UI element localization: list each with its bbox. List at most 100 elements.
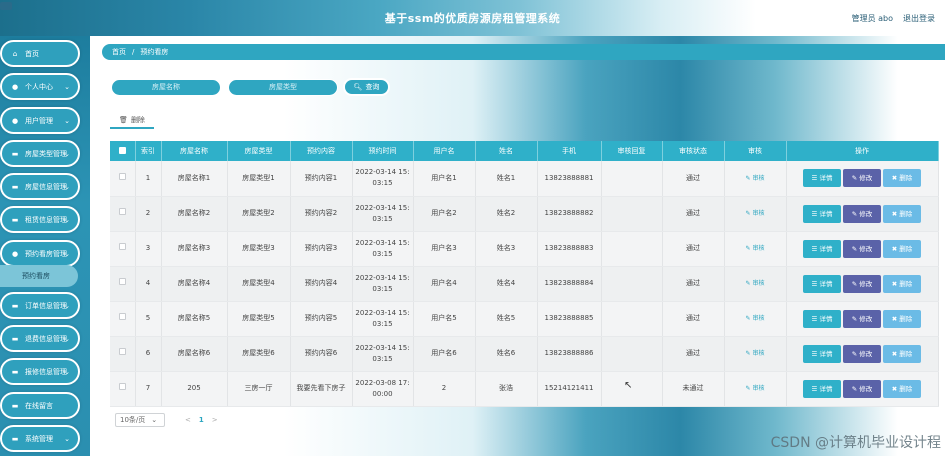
detail-button[interactable]: ☰ 详情 [803, 309, 841, 328]
delete-button[interactable]: ✖ 删除 [883, 309, 921, 328]
edit-button[interactable]: ✎ 修改 [843, 309, 881, 328]
detail-button[interactable]: ☰ 详情 [803, 204, 841, 223]
audit-link[interactable]: ✎ 审核 [746, 245, 765, 252]
cell-reply [601, 301, 663, 337]
detail-button[interactable]: ☰ 详情 [803, 379, 841, 398]
cell-status: 通过 [662, 301, 725, 337]
audit-link[interactable]: ✎ 审核 [746, 385, 765, 392]
cell-content: 我要先看下房子 [290, 371, 353, 407]
house-name-search-input[interactable]: 房屋名称 [111, 79, 221, 96]
sidebar-subitem-appointment[interactable]: 预约看房 [0, 265, 78, 287]
detail-button-label: 详情 [819, 349, 833, 358]
next-page-button[interactable]: > [212, 416, 218, 424]
audit-link[interactable]: ✎ 审核 [746, 280, 765, 287]
delete-button[interactable]: ✖ 删除 [883, 344, 921, 363]
sidebar-item-9[interactable]: ▬ 报修信息管理 ⌄ [0, 358, 80, 385]
sidebar-item-3[interactable]: ▬ 房屋类型管理 ⌄ [0, 140, 80, 167]
breadcrumb: 首页 / 预约看房 [102, 44, 945, 60]
sidebar-item-11[interactable]: ▬ 系统管理 ⌄ [0, 425, 80, 452]
batch-delete-button[interactable]: 🗑︎ 删除 [110, 112, 154, 129]
row-checkbox[interactable] [118, 172, 126, 180]
cell-phone: 13823888883 [537, 231, 602, 267]
cell-time: 2022-03-14 15: 03:15 [352, 301, 414, 337]
chevron-down-icon: ⌄ [64, 301, 70, 310]
edit-button[interactable]: ✎ 修改 [843, 239, 881, 258]
select-all-header[interactable] [110, 141, 136, 161]
delete-button[interactable]: ✖ 删除 [883, 169, 921, 188]
detail-button[interactable]: ☰ 详情 [803, 239, 841, 258]
detail-button[interactable]: ☰ 详情 [803, 274, 841, 293]
column-header: 用户名 [413, 141, 476, 161]
cell-username: 用户名3 [413, 231, 476, 267]
time-line-2: 03:15 [372, 354, 393, 363]
column-header: 姓名 [475, 141, 538, 161]
row-checkbox[interactable] [118, 348, 126, 355]
row-select-cell[interactable] [110, 161, 136, 197]
sidebar-item-2[interactable]: ● 用户管理 ⌄ [0, 107, 80, 134]
edit-button[interactable]: ✎ 修改 [843, 274, 881, 293]
delete-button[interactable]: ✖ 删除 [883, 274, 921, 293]
prev-page-button[interactable]: < [185, 416, 191, 424]
select-all-checkbox[interactable] [118, 146, 126, 154]
row-select-cell[interactable] [110, 196, 136, 232]
cell-actions: ☰ 详情 ✎ 修改 ✖ 删除 [786, 266, 939, 302]
row-select-cell[interactable] [110, 266, 136, 302]
audit-label: 审核 [752, 385, 765, 392]
column-header: 审核回复 [601, 141, 663, 161]
row-select-cell[interactable] [110, 301, 136, 337]
edit-button-label: 修改 [859, 384, 873, 393]
edit-button[interactable]: ✎ 修改 [843, 204, 881, 223]
delete-button[interactable]: ✖ 删除 [883, 239, 921, 258]
cell-username: 用户名5 [413, 301, 476, 337]
sidebar-item-7[interactable]: ▬ 订单信息管理 ⌄ [0, 292, 80, 319]
chevron-down-icon: ⌄ [64, 334, 70, 343]
cell-realname: 张浩 [475, 371, 538, 407]
search-button[interactable]: 🔍︎ 查询 [343, 78, 390, 96]
sidebar-item-4[interactable]: ▬ 房屋信息管理 ⌄ [0, 173, 80, 200]
cell-name: 房屋名称5 [161, 301, 228, 337]
edit-button[interactable]: ✎ 修改 [843, 344, 881, 363]
row-checkbox[interactable] [118, 313, 126, 320]
row-checkbox[interactable] [118, 383, 126, 390]
sidebar-item-5[interactable]: ▬ 租赁信息管理 ⌄ [0, 206, 80, 233]
delete-button-label: 删除 [899, 314, 913, 323]
edit-button[interactable]: ✎ 修改 [843, 379, 881, 398]
delete-button[interactable]: ✖ 删除 [883, 204, 921, 223]
sidebar-item-0[interactable]: ⌂ 首页 [0, 40, 80, 67]
column-header: 预约内容 [290, 141, 353, 161]
row-checkbox[interactable] [118, 278, 126, 285]
logout-link[interactable]: 退出登录 [903, 13, 935, 24]
cell-phone: 13823888881 [537, 161, 602, 197]
current-page-number[interactable]: 1 [199, 416, 204, 424]
time-line-2: 03:15 [372, 249, 393, 258]
row-checkbox[interactable] [118, 243, 126, 250]
row-select-cell[interactable] [110, 231, 136, 267]
row-select-cell[interactable] [110, 371, 136, 407]
row-checkbox[interactable] [118, 208, 126, 215]
cell-status: 通过 [662, 161, 725, 197]
audit-link[interactable]: ✎ 审核 [746, 210, 765, 217]
audit-link[interactable]: ✎ 审核 [746, 175, 765, 182]
sidebar-item-1[interactable]: ● 个人中心 ⌄ [0, 73, 80, 100]
sidebar-item-10[interactable]: ▬ 在线留言 [0, 392, 80, 419]
cell-name: 房屋名称1 [161, 161, 228, 197]
detail-button[interactable]: ☰ 详情 [803, 169, 841, 188]
cell-realname: 姓名4 [475, 266, 538, 302]
column-header: 操作 [786, 141, 939, 161]
cell-type: 房屋类型4 [227, 266, 291, 302]
table-row: 5 房屋名称5 房屋类型5 预约内容5 2022-03-14 15: 03:15 用户名5 姓… [110, 301, 939, 337]
delete-button[interactable]: ✖ 删除 [883, 379, 921, 398]
audit-link[interactable]: ✎ 审核 [746, 350, 765, 357]
house-type-search-input[interactable]: 房屋类型 [228, 79, 338, 96]
breadcrumb-home[interactable]: 首页 [112, 47, 126, 57]
edit-button[interactable]: ✎ 修改 [843, 169, 881, 188]
cell-time: 2022-03-14 15: 03:15 [352, 196, 414, 232]
page-size-select[interactable]: 10条/页 ⌄ [115, 413, 165, 427]
sidebar-item-label: 个人中心 [25, 82, 53, 91]
cell-actions: ☰ 详情 ✎ 修改 ✖ 删除 [786, 196, 939, 232]
row-select-cell[interactable] [110, 336, 136, 372]
sidebar-item-8[interactable]: ▬ 退费信息管理 ⌄ [0, 325, 80, 352]
audit-link[interactable]: ✎ 审核 [746, 315, 765, 322]
detail-button[interactable]: ☰ 详情 [803, 344, 841, 363]
sidebar-item-6[interactable]: ● 预约看房管理 ⌄ [0, 240, 80, 267]
